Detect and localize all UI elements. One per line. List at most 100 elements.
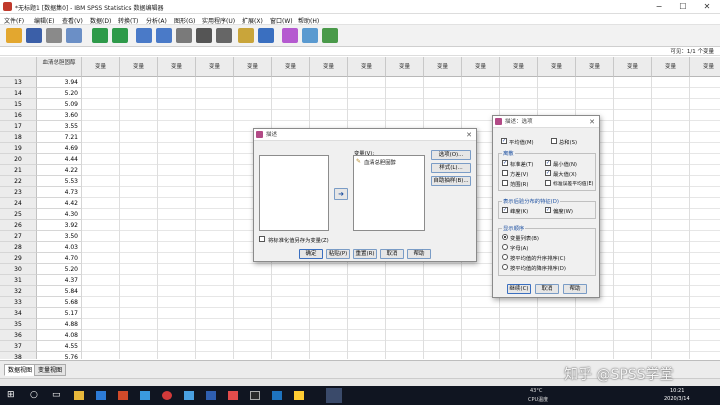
table-cell[interactable]: 4.55 bbox=[37, 341, 82, 352]
cell-editor-strip[interactable] bbox=[0, 47, 720, 56]
run-descriptives-icon[interactable] bbox=[196, 28, 212, 43]
goto-case-icon[interactable] bbox=[136, 28, 152, 43]
table-cell[interactable]: 5.68 bbox=[37, 297, 82, 308]
column-header-empty[interactable]: 变量 bbox=[158, 57, 196, 77]
variables-icon[interactable] bbox=[176, 28, 192, 43]
row-number[interactable]: 35 bbox=[0, 319, 37, 330]
menu-help[interactable]: 帮助(H) bbox=[298, 16, 319, 25]
table-cell[interactable]: 5.09 bbox=[37, 99, 82, 110]
order-ascending-means-radio[interactable] bbox=[502, 254, 508, 260]
ok-button[interactable]: 确定 bbox=[299, 249, 323, 259]
table-cell[interactable]: 4.69 bbox=[37, 143, 82, 154]
row-number[interactable]: 26 bbox=[0, 220, 37, 231]
column-header-empty[interactable]: 变量 bbox=[538, 57, 576, 77]
column-header-empty[interactable]: 变量 bbox=[424, 57, 462, 77]
app-icon-f[interactable] bbox=[228, 391, 238, 400]
table-cell[interactable]: 4.73 bbox=[37, 187, 82, 198]
table-cell[interactable]: 3.55 bbox=[37, 121, 82, 132]
row-number[interactable]: 33 bbox=[0, 297, 37, 308]
maximum-checkbox[interactable]: ✓ bbox=[545, 170, 551, 176]
column-header-empty[interactable]: 变量 bbox=[234, 57, 272, 77]
app-icon-e[interactable] bbox=[206, 391, 216, 400]
table-cell[interactable]: 4.70 bbox=[37, 253, 82, 264]
mean-checkbox[interactable]: ✓ bbox=[501, 138, 507, 144]
row-number[interactable]: 37 bbox=[0, 341, 37, 352]
menu-edit[interactable]: 编辑(E) bbox=[34, 16, 54, 25]
app-icon-d[interactable] bbox=[184, 391, 194, 400]
selected-variable-list[interactable]: ✎ 血清总胆固醇 bbox=[353, 155, 425, 231]
split-file-icon[interactable] bbox=[282, 28, 298, 43]
row-number[interactable]: 29 bbox=[0, 253, 37, 264]
dialog-recall-icon[interactable] bbox=[66, 28, 82, 43]
task-view-icon[interactable]: ▭ bbox=[52, 390, 61, 400]
table-cell[interactable]: 4.30 bbox=[37, 209, 82, 220]
spss-taskbar-icon[interactable] bbox=[326, 388, 342, 403]
table-cell[interactable]: 5.20 bbox=[37, 264, 82, 275]
row-number[interactable]: 38 bbox=[0, 352, 37, 359]
menu-data[interactable]: 数据(D) bbox=[90, 16, 111, 25]
cancel-button[interactable]: 取消 bbox=[380, 249, 404, 259]
column-header-empty[interactable]: 变量 bbox=[82, 57, 120, 77]
selected-variable-item[interactable]: 血清总胆固醇 bbox=[364, 158, 396, 166]
table-cell[interactable]: 4.22 bbox=[37, 165, 82, 176]
column-header-empty[interactable]: 变量 bbox=[196, 57, 234, 77]
table-cell[interactable]: 5.17 bbox=[37, 308, 82, 319]
goto-variable-icon[interactable] bbox=[156, 28, 172, 43]
options-cancel-button[interactable]: 取消 bbox=[535, 284, 559, 294]
menu-view[interactable]: 查看(V) bbox=[62, 16, 83, 25]
windows-start-icon[interactable]: ⊞ bbox=[7, 390, 15, 400]
row-number[interactable]: 24 bbox=[0, 198, 37, 209]
column-header-empty[interactable]: 变量 bbox=[120, 57, 158, 77]
close-icon[interactable]: ✕ bbox=[466, 129, 472, 141]
reset-button[interactable]: 重置(R) bbox=[353, 249, 377, 259]
table-cell[interactable]: 4.42 bbox=[37, 198, 82, 209]
style-button[interactable]: 样式(L)... bbox=[431, 163, 471, 173]
maximize-icon[interactable]: ☐ bbox=[672, 1, 694, 13]
range-checkbox[interactable] bbox=[502, 180, 508, 186]
tab-variable-view[interactable]: 变量视图 bbox=[34, 364, 67, 376]
table-cell[interactable]: 7.21 bbox=[37, 132, 82, 143]
skewness-checkbox[interactable]: ✓ bbox=[545, 207, 551, 213]
app-icon-g[interactable] bbox=[250, 391, 260, 400]
row-number[interactable]: 30 bbox=[0, 264, 37, 275]
close-icon[interactable]: ✕ bbox=[589, 116, 595, 128]
row-number[interactable]: 14 bbox=[0, 88, 37, 99]
app-icon-b[interactable] bbox=[140, 391, 150, 400]
row-number[interactable]: 34 bbox=[0, 308, 37, 319]
print-icon[interactable] bbox=[46, 28, 62, 43]
column-header-cholesterol[interactable]: 血清总胆固醇 bbox=[37, 57, 82, 77]
open-folder-icon[interactable] bbox=[6, 28, 22, 43]
table-cell[interactable]: 4.03 bbox=[37, 242, 82, 253]
column-header-empty[interactable]: 变量 bbox=[652, 57, 690, 77]
select-cases-icon[interactable] bbox=[322, 28, 338, 43]
std-dev-checkbox[interactable]: ✓ bbox=[502, 160, 508, 166]
table-cell[interactable]: 4.08 bbox=[37, 330, 82, 341]
save-icon[interactable] bbox=[26, 28, 42, 43]
table-cell[interactable]: 3.92 bbox=[37, 220, 82, 231]
order-variable-list-radio[interactable] bbox=[502, 234, 508, 240]
column-header-empty[interactable]: 变量 bbox=[272, 57, 310, 77]
paste-button[interactable]: 粘贴(P) bbox=[326, 249, 350, 259]
row-number[interactable]: 20 bbox=[0, 154, 37, 165]
table-cell[interactable]: 5.53 bbox=[37, 176, 82, 187]
insert-cases-icon[interactable] bbox=[238, 28, 254, 43]
row-number[interactable]: 22 bbox=[0, 176, 37, 187]
menu-extensions[interactable]: 扩展(X) bbox=[242, 16, 263, 25]
help-button[interactable]: 帮助 bbox=[407, 249, 431, 259]
row-number[interactable]: 23 bbox=[0, 187, 37, 198]
continue-button[interactable]: 继续(C) bbox=[507, 284, 531, 294]
menu-utilities[interactable]: 实用程序(U) bbox=[202, 16, 235, 25]
column-header-empty[interactable]: 变量 bbox=[348, 57, 386, 77]
row-number[interactable]: 31 bbox=[0, 275, 37, 286]
options-button[interactable]: 选项(O)... bbox=[431, 150, 471, 160]
column-header-empty[interactable]: 变量 bbox=[614, 57, 652, 77]
row-number[interactable]: 15 bbox=[0, 99, 37, 110]
variance-checkbox[interactable] bbox=[502, 170, 508, 176]
column-header-empty[interactable]: 变量 bbox=[500, 57, 538, 77]
app-icon-h[interactable] bbox=[272, 391, 282, 400]
column-header-empty[interactable]: 变量 bbox=[462, 57, 500, 77]
menu-transform[interactable]: 转换(T) bbox=[118, 16, 138, 25]
move-right-arrow-icon[interactable]: ➜ bbox=[334, 188, 348, 200]
minimize-icon[interactable]: − bbox=[648, 1, 670, 13]
app-icon-a[interactable] bbox=[118, 391, 128, 400]
